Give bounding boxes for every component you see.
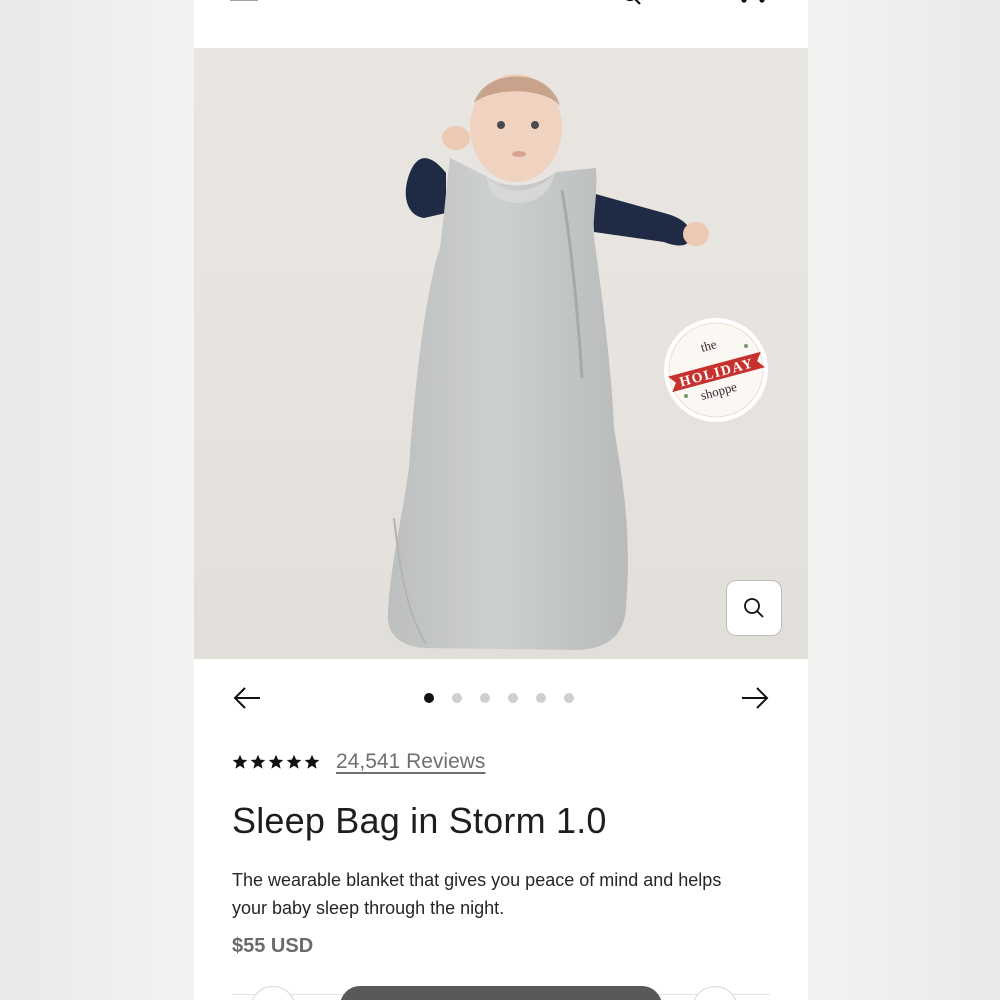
product-image[interactable]: the HOLIDAY shoppe <box>194 48 808 659</box>
account-icon[interactable] <box>670 0 710 4</box>
star-icon <box>268 754 284 769</box>
carousel-dot[interactable] <box>424 693 434 703</box>
holiday-shoppe-badge: the HOLIDAY shoppe <box>664 318 768 422</box>
next-arrow-icon[interactable] <box>740 686 770 710</box>
product-price: $55 USD <box>232 935 314 957</box>
carousel-dot[interactable] <box>508 693 518 703</box>
product-page: the HOLIDAY shoppe 24,541 Reviews Sleep … <box>194 0 808 1000</box>
star-icon <box>232 754 248 769</box>
site-header <box>194 0 808 48</box>
carousel-dots <box>424 693 574 703</box>
star-rating <box>232 754 320 770</box>
previous-arrow-icon[interactable] <box>232 686 262 710</box>
carousel-dot[interactable] <box>536 693 546 703</box>
star-icon <box>286 754 302 769</box>
search-icon[interactable] <box>622 0 642 6</box>
gallery-navigation <box>194 672 808 724</box>
bottom-left-button[interactable] <box>250 986 296 1000</box>
product-title: Sleep Bag in Storm 1.0 <box>232 800 607 841</box>
star-icon <box>250 754 266 769</box>
star-icon <box>304 754 320 769</box>
zoom-button[interactable] <box>726 580 782 636</box>
carousel-dot[interactable] <box>452 693 462 703</box>
magnifier-icon <box>744 598 764 618</box>
bottom-action-button[interactable] <box>340 986 662 1000</box>
background-blur-left <box>0 0 194 1000</box>
hamburger-menu-icon[interactable] <box>230 0 260 4</box>
reviews-link[interactable]: 24,541 Reviews <box>336 750 485 774</box>
carousel-dot[interactable] <box>480 693 490 703</box>
product-description: The wearable blanket that gives you peac… <box>232 870 722 918</box>
rating-summary: 24,541 Reviews <box>232 750 485 774</box>
carousel-dot[interactable] <box>564 693 574 703</box>
cart-icon[interactable] <box>738 0 770 6</box>
background-blur-right <box>808 0 1000 1000</box>
bottom-right-button[interactable] <box>692 986 738 1000</box>
